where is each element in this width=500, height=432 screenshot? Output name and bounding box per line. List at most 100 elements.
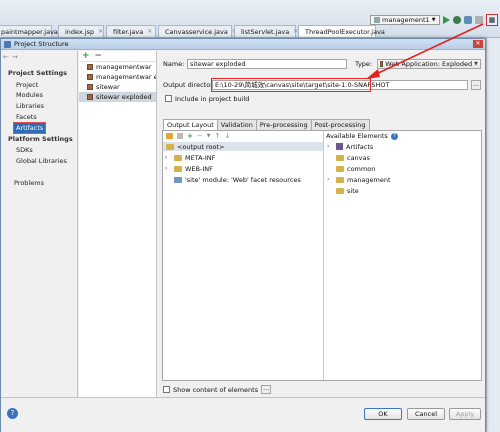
include-in-build-checkbox[interactable] (165, 95, 172, 102)
tree-row-output-root[interactable]: <output root> (163, 142, 323, 151)
artifacts-icon (336, 143, 343, 150)
forward-arrow-icon[interactable]: → (12, 53, 18, 61)
chevron-right-icon[interactable]: › (327, 143, 333, 150)
artifact-list-toolbar: + − (79, 51, 156, 62)
chevron-down-icon[interactable]: ▼ (207, 133, 211, 139)
type-label: Type: (355, 60, 373, 68)
browse-button[interactable]: … (471, 80, 481, 90)
war-icon (380, 61, 384, 67)
tree-row[interactable]: 'site' module: 'Web' facet resources (174, 175, 301, 184)
artifact-item[interactable]: managementwar (79, 62, 156, 72)
platform-settings-header: Platform Settings (8, 135, 73, 143)
project-structure-dialog: Project Structure ✕ ← → Project Settings… (0, 38, 486, 432)
tree-row[interactable]: › META-INF (165, 153, 215, 162)
nav-item-artifacts[interactable]: Artifacts (12, 122, 47, 134)
output-layout-toolbar: + − ▼ ↑ ↓ (163, 131, 323, 141)
tree-row[interactable]: › Artifacts (327, 142, 373, 151)
tree-row[interactable]: site (327, 186, 359, 195)
tree-row[interactable]: › WEB-INF (165, 164, 213, 173)
project-settings-header: Project Settings (8, 69, 67, 77)
module-folder-icon (336, 154, 344, 161)
artifact-item[interactable]: managementwar exploded (79, 72, 156, 82)
show-content-label: Show content of elements (173, 385, 259, 394)
show-content-checkbox[interactable] (163, 386, 170, 393)
project-structure-toolbar-icon[interactable]: ▦ (486, 14, 498, 26)
remove-icon[interactable]: − (197, 132, 203, 140)
run-configuration-select[interactable]: management1 ▼ (370, 15, 440, 25)
nav-history: ← → (3, 53, 18, 61)
nav-item-global-libraries[interactable]: Global Libraries (14, 156, 69, 166)
stop-icon[interactable] (474, 16, 483, 24)
coverage-icon[interactable] (463, 16, 472, 24)
apply-button[interactable]: Apply (449, 408, 481, 420)
tab-post-processing[interactable]: Post-processing (310, 119, 370, 130)
tomcat-icon (374, 17, 380, 23)
close-icon[interactable]: ✕ (98, 28, 103, 35)
artifact-item-selected[interactable]: sitewar exploded (79, 92, 156, 102)
show-content-options-button[interactable]: … (261, 385, 272, 394)
close-icon[interactable]: ✕ (473, 40, 483, 48)
new-archive-icon[interactable] (177, 133, 183, 139)
tab-validation[interactable]: Validation (216, 119, 257, 130)
editor-tab[interactable]: filter.java ✕ (106, 25, 156, 37)
tree-row[interactable]: canvas (327, 153, 370, 162)
new-folder-icon[interactable] (166, 133, 173, 139)
nav-item-project[interactable]: Project (14, 80, 40, 90)
dialog-title: Project Structure (14, 40, 69, 48)
editor-tab[interactable]: index.jsp ✕ (58, 25, 104, 37)
chevron-right-icon[interactable]: › (327, 176, 333, 183)
type-select[interactable]: Web Application: Exploded ▼ (377, 59, 481, 69)
help-icon[interactable]: ? (7, 408, 18, 419)
debug-icon[interactable] (452, 16, 461, 24)
move-up-icon[interactable]: ↑ (215, 132, 221, 140)
war-icon (87, 64, 93, 70)
module-folder-icon (336, 187, 344, 194)
close-icon[interactable]: ✕ (147, 28, 152, 35)
nav-item-sdks[interactable]: SDKs (14, 145, 35, 155)
help-icon[interactable]: ? (390, 132, 398, 140)
name-field[interactable]: sitewar exploded (187, 59, 347, 69)
module-folder-icon (336, 165, 344, 172)
add-icon[interactable]: + (187, 132, 193, 140)
panel-splitter[interactable] (323, 131, 324, 382)
cancel-button[interactable]: Cancel (407, 408, 445, 420)
war-icon (87, 84, 93, 90)
add-icon[interactable]: + (82, 51, 90, 61)
intellij-icon (4, 40, 11, 48)
tree-row[interactable]: › management (327, 175, 391, 184)
web-facet-icon (174, 176, 182, 183)
folder-icon (174, 154, 182, 161)
tab-pre-processing[interactable]: Pre-processing (255, 119, 312, 130)
module-folder-icon (336, 176, 344, 183)
tab-output-layout[interactable]: Output Layout (163, 119, 218, 130)
back-arrow-icon[interactable]: ← (3, 53, 9, 61)
remove-icon[interactable]: − (95, 51, 103, 61)
editor-tab[interactable]: listServlet.java ✕ (234, 25, 298, 37)
name-label: Name: (163, 60, 185, 68)
nav-item-modules[interactable]: Modules (14, 90, 45, 100)
editor-tab-active[interactable]: ThreadPoolExecutor.java (298, 25, 385, 37)
editor-tab[interactable]: paintmapper.java ✕ (0, 25, 67, 37)
artifact-item[interactable]: sitewar (79, 82, 156, 92)
chevron-right-icon[interactable]: › (165, 154, 171, 161)
dialog-footer: ? OK Cancel Apply (1, 397, 485, 432)
chevron-right-icon[interactable]: › (165, 165, 171, 172)
dialog-titlebar: Project Structure (1, 39, 485, 50)
ok-button[interactable]: OK (364, 408, 402, 420)
artifact-list: + − managementwar managementwar exploded… (79, 51, 157, 397)
move-down-icon[interactable]: ↓ (224, 132, 230, 140)
artifact-detail: Name: sitewar exploded Type: Web Applica… (158, 51, 486, 397)
available-elements-header: Available Elements ? (326, 132, 398, 140)
nav-item-problems[interactable]: Problems (12, 178, 46, 188)
run-icon[interactable] (442, 16, 450, 24)
war-icon (87, 94, 93, 100)
nav-item-facets[interactable]: Facets (14, 112, 39, 122)
run-toolbar: management1 ▼ (370, 14, 483, 26)
folder-icon (166, 143, 174, 150)
tree-row[interactable]: common (327, 164, 375, 173)
settings-nav: ← → Project Settings Project Modules Lib… (1, 51, 78, 397)
editor-tab[interactable]: Canvasservice.java ✕ (158, 25, 237, 37)
right-tool-strip (486, 38, 500, 432)
war-icon (87, 74, 93, 80)
nav-item-libraries[interactable]: Libraries (14, 101, 46, 111)
